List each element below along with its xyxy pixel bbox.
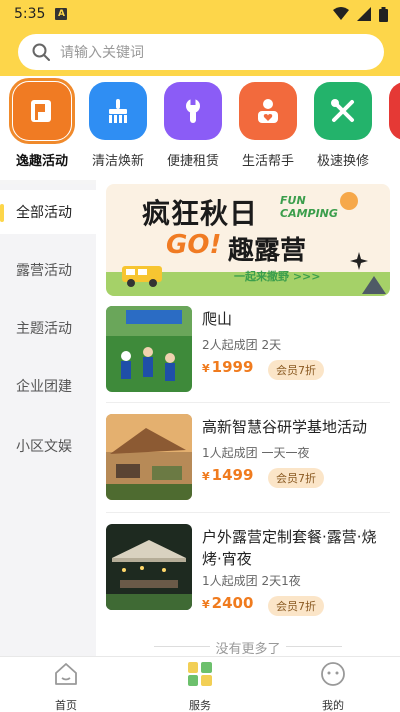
activity-price: ¥1499 — [202, 466, 253, 484]
category-repair[interactable]: 极速换修 — [311, 82, 375, 169]
signal-icon — [357, 7, 371, 21]
category-label: 逸趣活动 — [15, 154, 68, 169]
profile-icon — [321, 662, 345, 686]
battery-icon — [379, 6, 388, 22]
activity-meta: 1人起成团 2天1夜 — [202, 574, 301, 588]
sun-icon — [340, 192, 358, 210]
category-label: 极速换修 — [316, 154, 369, 169]
tab-profile[interactable]: 我的 — [293, 661, 373, 712]
category-more-partial[interactable] — [386, 82, 400, 140]
banner-slogan: 一起来撒野 >>> — [234, 270, 321, 283]
activity-title: 高新智慧谷研学基地活动 — [202, 418, 368, 436]
tab-label: 我的 — [322, 699, 344, 712]
activity-card-hiking[interactable]: 爬山 2人起成团 2天 ¥1999 会员7折 — [106, 298, 390, 400]
search-input[interactable]: 请输入关键词 — [18, 34, 384, 70]
activity-meta: 1人起成团 一天一夜 — [202, 446, 310, 460]
no-more-text: 没有更多了 — [106, 638, 390, 657]
currency-symbol: ¥ — [202, 598, 210, 611]
sidebar-item-camping[interactable]: 露营活动 — [0, 248, 96, 292]
activity-card-camping-package[interactable]: 户外露营定制套餐·露营·烧烤·宵夜 1人起成团 2天1夜 ¥2400 会员7折 — [106, 516, 390, 618]
wrench-icon — [164, 82, 222, 140]
sparkle-icon — [350, 252, 368, 270]
status-bar: 5:35 A — [0, 0, 400, 28]
sidebar-item-theme[interactable]: 主题活动 — [0, 306, 96, 350]
tab-label: 首页 — [55, 699, 77, 712]
banner-fun-camping: FUN CAMPING — [280, 194, 338, 220]
divider — [106, 402, 390, 403]
banner-title: 疯狂秋日 — [142, 197, 259, 230]
search-icon — [32, 43, 50, 61]
status-time: 5:35 — [14, 6, 46, 22]
activity-image — [106, 306, 192, 392]
currency-symbol: ¥ — [202, 470, 210, 483]
home-icon — [55, 663, 77, 685]
services-icon — [188, 662, 212, 686]
activity-card-study-base[interactable]: 高新智慧谷研学基地活动 1人起成团 一天一夜 ¥1499 会员7折 — [106, 406, 390, 508]
activity-title: 户外露营定制套餐·露营·烧烤·宵夜 — [202, 528, 377, 568]
category-label: 便捷租赁 — [166, 154, 219, 169]
activity-price: ¥1999 — [202, 358, 253, 376]
person-heart-icon — [239, 82, 297, 140]
activity-list: 疯狂秋日 FUN CAMPING GO! 趣露营 一起来撒野 >>> 爬山 2人… — [96, 180, 400, 657]
category-cleaning[interactable]: 清洁焕新 — [86, 82, 150, 169]
divider — [106, 512, 390, 513]
camper-van-icon — [122, 266, 162, 287]
price-value: 1999 — [211, 358, 254, 376]
more-category-icon — [389, 82, 400, 140]
banner-subtitle: 趣露营 — [228, 236, 307, 266]
search-placeholder: 请输入关键词 — [60, 45, 144, 61]
notification-icon: A — [55, 8, 68, 20]
banner-go: GO! — [166, 230, 222, 260]
category-fun-activities[interactable]: 逸趣活动 — [9, 78, 75, 169]
category-rental[interactable]: 便捷租赁 — [161, 82, 225, 169]
bottom-tab-bar: 首页 服务 我的 — [0, 656, 400, 712]
activity-image — [106, 524, 192, 610]
broom-icon — [89, 82, 147, 140]
sidebar-item-all[interactable]: 全部活动 — [0, 190, 96, 234]
category-label: 清洁焕新 — [91, 154, 144, 169]
banner-fun-line1: FUN — [280, 194, 306, 207]
activity-image — [106, 414, 192, 500]
search-header: 请输入关键词 — [0, 28, 400, 76]
wifi-icon — [333, 7, 349, 20]
tab-services[interactable]: 服务 — [160, 661, 240, 712]
member-discount-badge: 会员7折 — [268, 468, 324, 488]
price-value: 2400 — [211, 594, 254, 612]
price-value: 1499 — [211, 466, 254, 484]
member-discount-badge: 会员7折 — [268, 596, 324, 616]
member-discount-badge: 会员7折 — [268, 360, 324, 380]
tent-icon — [362, 276, 386, 294]
sidebar-item-team-building[interactable]: 企业团建 — [0, 364, 96, 408]
promo-banner[interactable]: 疯狂秋日 FUN CAMPING GO! 趣露营 一起来撒野 >>> — [106, 184, 390, 296]
category-row: 逸趣活动 清洁焕新 便捷租赁 生活帮手 极速换修 — [0, 76, 400, 180]
tools-icon — [314, 82, 372, 140]
activity-sidebar: 全部活动 露营活动 主题活动 企业团建 小区文娱 — [0, 184, 96, 656]
activity-price: ¥2400 — [202, 594, 253, 612]
activity-title: 爬山 — [202, 310, 233, 328]
tab-home[interactable]: 首页 — [26, 661, 106, 712]
banner-fun-line2: CAMPING — [280, 207, 338, 220]
tab-label: 服务 — [189, 699, 211, 712]
category-label: 生活帮手 — [241, 154, 294, 169]
category-life-helper[interactable]: 生活帮手 — [236, 82, 300, 169]
currency-symbol: ¥ — [202, 362, 210, 375]
activity-meta: 2人起成团 2天 — [202, 338, 282, 352]
sidebar-item-community[interactable]: 小区文娱 — [0, 424, 96, 468]
flag-icon — [9, 78, 75, 144]
